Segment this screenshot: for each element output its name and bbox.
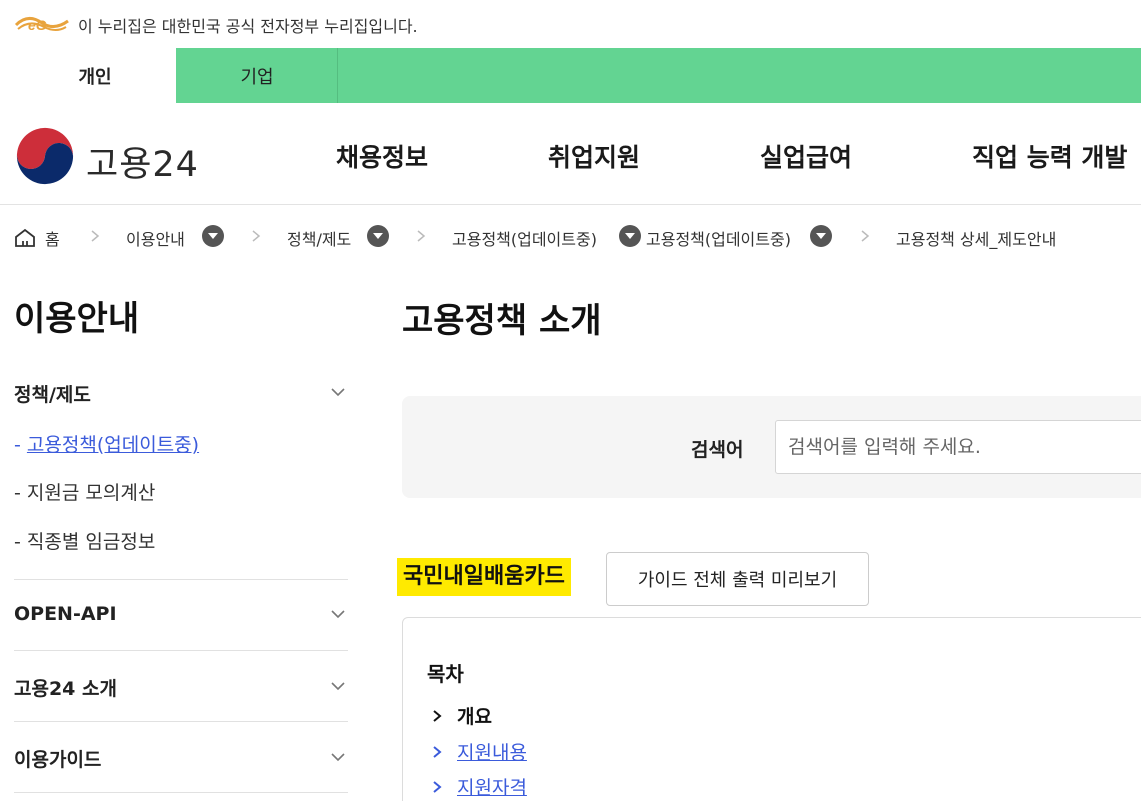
toc-item-overview[interactable]: 개요 bbox=[431, 702, 492, 729]
chevron-down-icon bbox=[625, 233, 635, 239]
breadcrumb-dropdown-button[interactable] bbox=[202, 225, 224, 247]
egov-logo-icon: eG bbox=[14, 17, 69, 33]
svg-text:eG: eG bbox=[28, 17, 47, 33]
breadcrumb-employment-policy[interactable]: 고용정책(업데이트중) bbox=[452, 226, 597, 250]
gov-banner-text: 이 누리집은 대한민국 공식 전자정부 누리집입니다. bbox=[78, 17, 418, 36]
sidebar-group-usage-guide[interactable]: 이용가이드 bbox=[14, 745, 348, 772]
policy-card-title: 국민내일배움카드 bbox=[397, 558, 571, 596]
bullet-dash: - bbox=[14, 482, 27, 504]
chevron-down-icon bbox=[816, 233, 826, 239]
chevron-right-icon bbox=[252, 230, 261, 242]
chevron-right-icon bbox=[433, 780, 442, 793]
gnb-jobs[interactable]: 채용정보 bbox=[336, 138, 428, 174]
sidebar-group-label: OPEN-API bbox=[14, 603, 117, 625]
chevron-right-icon bbox=[433, 745, 442, 758]
toc-item-label: 지원자격 bbox=[457, 777, 527, 799]
sidebar-divider bbox=[14, 721, 348, 722]
sidebar-item-label: 지원금 모의계산 bbox=[26, 482, 156, 504]
sidebar-group-label: 고용24 소개 bbox=[14, 678, 117, 700]
sidebar-item-label: 직종별 임금정보 bbox=[26, 531, 156, 553]
toc-item-label: 지원내용 bbox=[457, 742, 527, 764]
chevron-down-icon bbox=[208, 233, 218, 239]
gov-banner: eG 이 누리집은 대한민국 공식 전자정부 누리집입니다. bbox=[0, 0, 1141, 48]
breadcrumb-dropdown-button[interactable] bbox=[619, 225, 641, 247]
breadcrumb-current: 고용정책 상세_제도안내 bbox=[896, 230, 1057, 249]
chevron-right-icon bbox=[417, 230, 426, 242]
breadcrumb-policy[interactable]: 정책/제도 bbox=[287, 226, 351, 250]
sidebar-group-about[interactable]: 고용24 소개 bbox=[14, 674, 348, 701]
tab-company[interactable]: 기업 bbox=[176, 48, 338, 103]
toc-title: 목차 bbox=[427, 662, 464, 686]
search-label: 검색어 bbox=[691, 439, 744, 461]
chevron-right-icon bbox=[433, 709, 442, 722]
sidebar-group-label: 정책/제도 bbox=[14, 384, 91, 406]
sidebar-divider bbox=[14, 650, 348, 651]
chevron-down-icon[interactable] bbox=[330, 387, 346, 397]
taegeuk-emblem-icon bbox=[16, 127, 74, 185]
chevron-right-icon bbox=[91, 230, 100, 242]
tab-individual[interactable]: 개인 bbox=[14, 48, 176, 103]
chevron-right-icon bbox=[861, 230, 870, 242]
sidebar-divider bbox=[14, 792, 348, 793]
sidebar-group-label: 이용가이드 bbox=[14, 749, 102, 771]
search-panel: 검색어 bbox=[402, 396, 1141, 498]
site-header: 고용24 채용정보 취업지원 실업급여 직업 능력 개발 bbox=[0, 103, 1141, 205]
chevron-down-icon bbox=[373, 233, 383, 239]
breadcrumb-employment-policy-2[interactable]: 고용정책(업데이트중) bbox=[646, 226, 791, 250]
chevron-down-icon[interactable] bbox=[330, 609, 346, 619]
breadcrumb-dropdown-button[interactable] bbox=[810, 225, 832, 247]
guide-print-preview-button[interactable]: 가이드 전체 출력 미리보기 bbox=[606, 552, 869, 606]
sidebar-group-policy[interactable]: 정책/제도 bbox=[14, 380, 348, 407]
toc-item-eligibility[interactable]: 지원자격 bbox=[431, 773, 527, 800]
sidebar-item-subsidy-calc[interactable]: - 지원금 모의계산 bbox=[14, 478, 155, 505]
sidebar-item-employment-policy[interactable]: - 고용정책(업데이트중) bbox=[14, 430, 199, 457]
chevron-down-icon[interactable] bbox=[330, 752, 346, 762]
sidebar-group-open-api[interactable]: OPEN-API bbox=[14, 603, 348, 625]
user-type-tabbar: 개인 기업 bbox=[14, 48, 1141, 103]
toc-item-label: 개요 bbox=[457, 706, 492, 728]
search-input[interactable] bbox=[775, 420, 1141, 474]
toc-item-support-content[interactable]: 지원내용 bbox=[431, 738, 527, 765]
gnb-employment-support[interactable]: 취업지원 bbox=[548, 138, 640, 174]
gnb-skill-development[interactable]: 직업 능력 개발 bbox=[972, 138, 1127, 174]
tab-divider bbox=[337, 48, 338, 103]
page: eG 이 누리집은 대한민국 공식 전자정부 누리집입니다. 개인 기업 고용2… bbox=[0, 0, 1141, 801]
sidebar-title: 이용안내 bbox=[14, 299, 140, 339]
sidebar-divider bbox=[14, 579, 348, 580]
page-title: 고용정책 소개 bbox=[402, 301, 602, 341]
logo-text: 고용24 bbox=[86, 145, 199, 185]
bullet-dash: - bbox=[14, 531, 27, 553]
sidebar-item-wage-info[interactable]: - 직종별 임금정보 bbox=[14, 527, 155, 554]
breadcrumb-dropdown-button[interactable] bbox=[367, 225, 389, 247]
breadcrumb-guide[interactable]: 이용안내 bbox=[126, 226, 185, 250]
breadcrumb-home[interactable]: 홈 bbox=[45, 226, 60, 250]
chevron-down-icon[interactable] bbox=[330, 681, 346, 691]
breadcrumb: 홈 이용안내 정책/제도 고용정책(업데이트중) 고용정책(업데이트중) 고용정… bbox=[0, 206, 1141, 268]
table-of-contents: 목차 개요 지원내용 지원자격 bbox=[402, 617, 1141, 801]
bullet-dash: - bbox=[14, 434, 27, 456]
site-logo[interactable]: 고용24 bbox=[14, 125, 204, 187]
gnb-unemployment-benefit[interactable]: 실업급여 bbox=[760, 138, 852, 174]
sidebar-item-label: 고용정책(업데이트중) bbox=[26, 434, 200, 456]
home-icon[interactable] bbox=[14, 228, 36, 248]
